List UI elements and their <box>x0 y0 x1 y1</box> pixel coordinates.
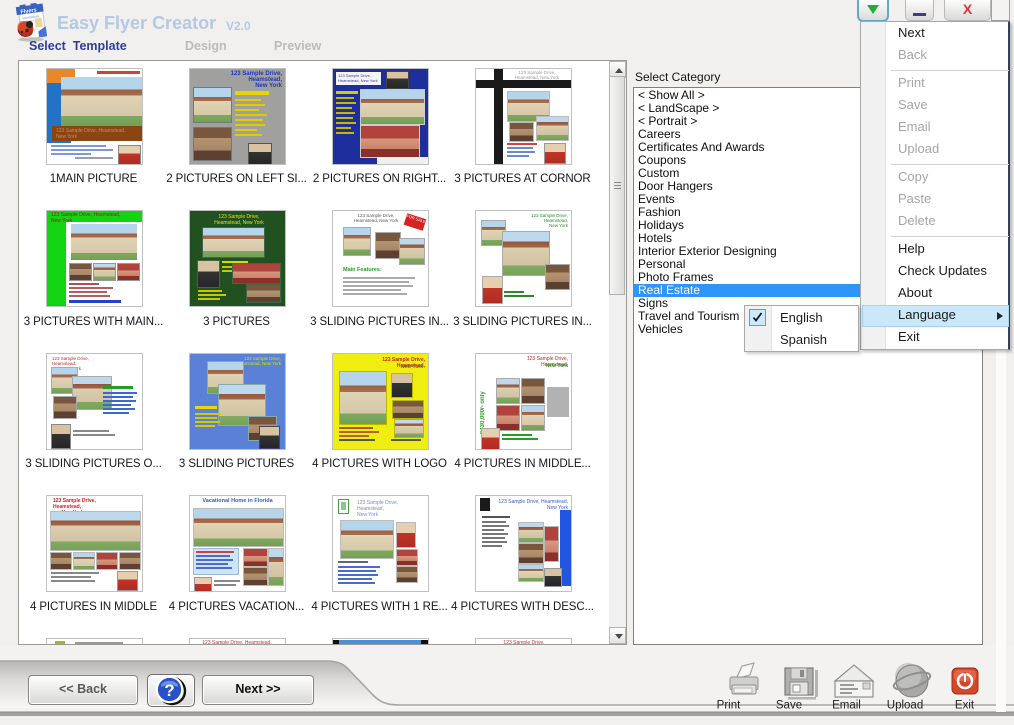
svg-text:?: ? <box>164 681 174 700</box>
svg-text:Exit: Exit <box>955 700 975 712</box>
svg-text:Email: Email <box>832 700 861 712</box>
svg-text:Save: Save <box>776 700 802 712</box>
svg-text:Print: Print <box>717 700 741 712</box>
svg-text:Upload: Upload <box>887 700 923 712</box>
